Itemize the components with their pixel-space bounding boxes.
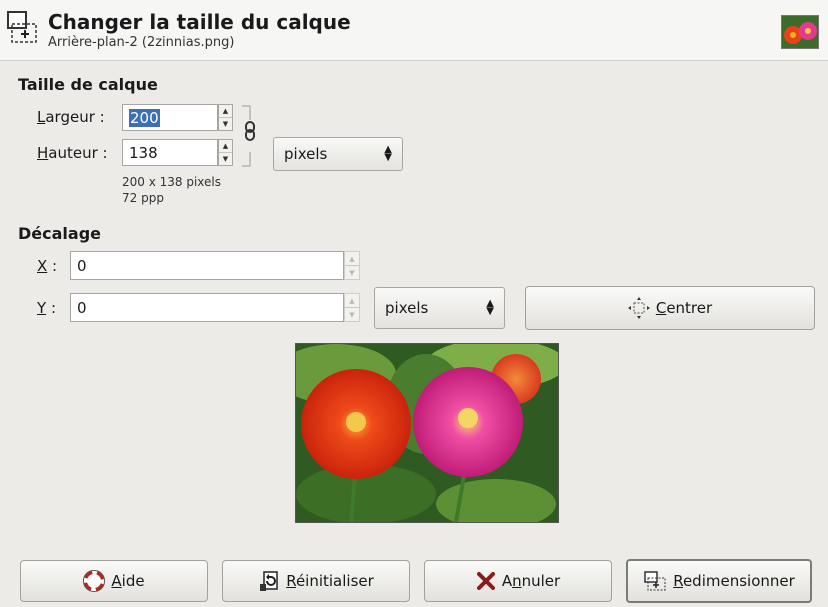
- width-value: 200: [129, 108, 160, 127]
- cancel-button[interactable]: Annuler: [424, 560, 612, 602]
- size-unit-value: pixels: [284, 145, 328, 163]
- size-unit-select[interactable]: pixels ▲ ▼: [273, 137, 403, 171]
- layer-preview[interactable]: [295, 343, 559, 523]
- spin-up-icon[interactable]: ▲: [219, 140, 232, 152]
- center-button[interactable]: Centrer: [525, 286, 815, 330]
- height-label: Hauteur :: [37, 144, 108, 162]
- dialog-subtitle: Arrière-plan-2 (2zinnias.png): [48, 35, 235, 50]
- x-offset-spinner[interactable]: ▲ ▼: [344, 251, 360, 280]
- resolution-info: 72 ppp: [122, 191, 164, 205]
- resize-layer-icon: [7, 11, 37, 43]
- resize-label: Redimensionner: [673, 572, 795, 590]
- chain-link-icon[interactable]: [238, 104, 258, 168]
- center-label: Centrer: [655, 299, 713, 317]
- header-separator: [0, 60, 828, 61]
- resize-button[interactable]: Redimensionner: [626, 559, 812, 603]
- height-value: 138: [129, 143, 158, 162]
- y-offset-value: 0: [77, 298, 87, 317]
- height-input[interactable]: 138: [122, 139, 218, 166]
- cancel-label: Annuler: [501, 572, 561, 590]
- updown-arrows-icon: ▲ ▼: [384, 144, 392, 163]
- x-offset-input[interactable]: 0: [70, 251, 344, 280]
- cancel-x-icon: [476, 572, 495, 590]
- spin-down-icon[interactable]: ▼: [345, 265, 359, 279]
- spin-down-icon[interactable]: ▼: [345, 307, 359, 321]
- spin-down-icon[interactable]: ▼: [219, 152, 232, 165]
- spin-up-icon[interactable]: ▲: [345, 294, 359, 307]
- reset-button[interactable]: Réinitialiser: [222, 560, 410, 602]
- x-offset-value: 0: [77, 256, 87, 275]
- y-offset-spinner[interactable]: ▲ ▼: [344, 293, 360, 322]
- size-info: 200 x 138 pixels: [122, 175, 222, 189]
- zinnias-image: [296, 344, 558, 522]
- x-label: X :: [37, 257, 58, 275]
- offset-unit-value: pixels: [385, 299, 429, 317]
- width-spinner[interactable]: ▲ ▼: [218, 104, 233, 131]
- reset-label: Réinitialiser: [286, 572, 374, 590]
- updown-arrows-icon: ▲ ▼: [486, 298, 494, 317]
- dialog-title: Changer la taille du calque: [48, 10, 351, 34]
- layer-size-heading: Taille de calque: [18, 75, 158, 94]
- y-label: Y :: [37, 299, 56, 317]
- spin-up-icon[interactable]: ▲: [345, 252, 359, 265]
- help-lifebuoy-icon: [83, 570, 106, 592]
- layer-thumbnail: [781, 15, 819, 49]
- resize-layer-icon: [644, 571, 666, 591]
- help-label: Aide: [111, 572, 145, 590]
- width-label: Largeur :: [37, 108, 105, 126]
- spin-down-icon[interactable]: ▼: [219, 117, 232, 130]
- help-button[interactable]: Aide: [20, 560, 208, 602]
- height-spinner[interactable]: ▲ ▼: [218, 139, 233, 166]
- offset-unit-select[interactable]: pixels ▲ ▼: [374, 287, 505, 329]
- offset-heading: Décalage: [18, 224, 101, 243]
- spin-up-icon[interactable]: ▲: [219, 105, 232, 117]
- y-offset-input[interactable]: 0: [70, 293, 344, 322]
- reset-icon: [260, 571, 278, 591]
- width-input[interactable]: 200: [122, 104, 218, 131]
- center-arrows-icon: [627, 297, 650, 319]
